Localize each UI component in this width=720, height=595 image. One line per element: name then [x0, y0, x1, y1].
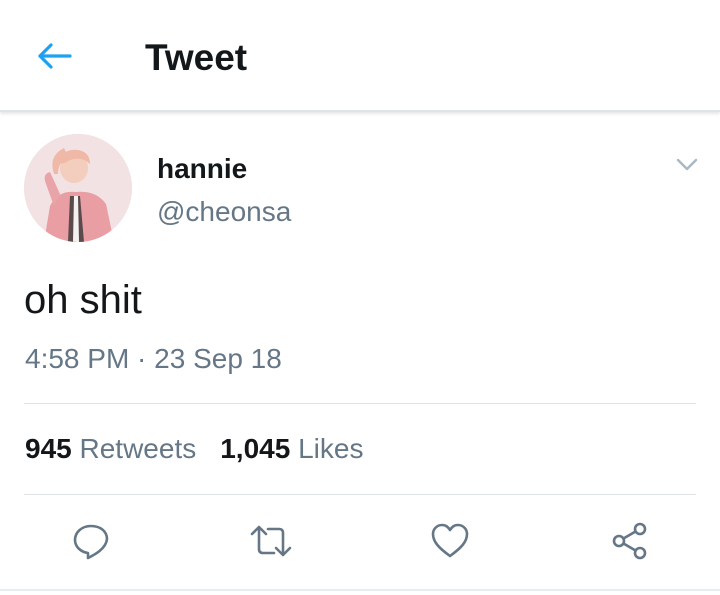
share-button[interactable]	[607, 518, 653, 564]
avatar[interactable]	[24, 134, 132, 242]
likes-stat[interactable]: 1,045 Likes	[220, 432, 363, 466]
heart-icon	[431, 523, 469, 558]
avatar-image	[24, 134, 132, 242]
display-name[interactable]: hannie	[157, 152, 247, 186]
like-button[interactable]	[427, 518, 473, 564]
divider	[24, 494, 696, 495]
reply-button[interactable]	[68, 518, 114, 564]
tweet-timestamp: 4:58 PM · 23 Sep 18	[25, 343, 282, 374]
retweets-stat[interactable]: 945 Retweets	[25, 432, 196, 466]
retweets-count: 945	[25, 433, 72, 464]
tweet-text: oh shit	[24, 278, 142, 322]
share-icon	[612, 522, 647, 560]
chevron-down-icon	[676, 158, 698, 171]
likes-count: 1,045	[220, 433, 291, 464]
tweet-stats: 945 Retweets 1,045 Likes	[25, 432, 363, 466]
user-handle[interactable]: @cheonsa	[157, 195, 291, 229]
retweet-icon	[250, 525, 292, 557]
back-button[interactable]	[30, 36, 78, 76]
tweet-menu-button[interactable]	[672, 152, 702, 178]
retweet-button[interactable]	[248, 518, 294, 564]
bottom-divider	[0, 589, 720, 591]
top-app-bar: Tweet	[0, 0, 720, 112]
back-arrow-icon	[38, 43, 72, 69]
reply-icon	[73, 524, 109, 560]
tweet-action-bar	[0, 518, 720, 568]
likes-label: Likes	[298, 433, 364, 464]
retweets-label: Retweets	[79, 433, 197, 464]
page-title: Tweet	[145, 37, 248, 78]
divider	[24, 403, 696, 404]
